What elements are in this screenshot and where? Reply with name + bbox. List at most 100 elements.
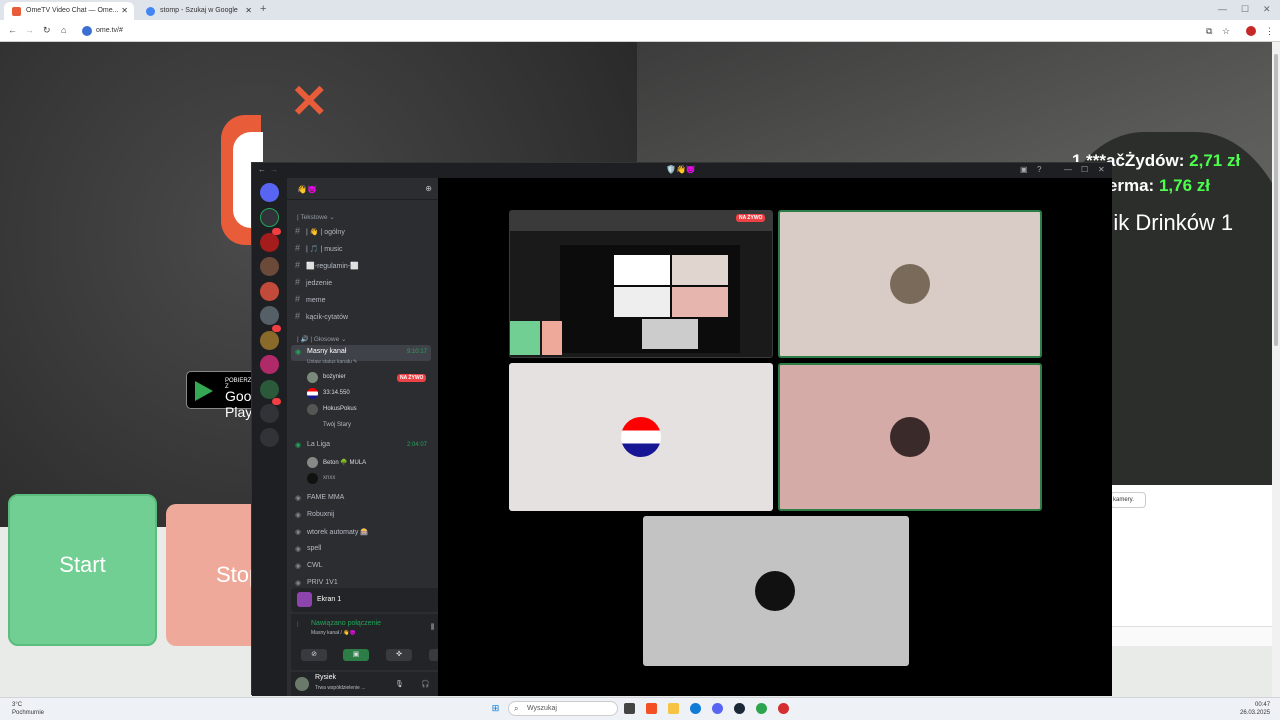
voice-user[interactable]: Beton 🌳 MULA xyxy=(307,456,366,470)
channel-regulamin[interactable]: # ⬜-regulamin-⬜ xyxy=(295,260,359,270)
minimize-button[interactable]: — xyxy=(1218,4,1227,14)
channel-sidebar: 👋😈 ⊕ | Tekstowe ⌄ # | 👋 | ogólny # | 🎵 | m… xyxy=(287,178,466,696)
weather-widget[interactable]: 3°C Pochmurnie xyxy=(12,701,44,717)
avatar xyxy=(307,372,318,383)
user-tile[interactable] xyxy=(643,516,909,666)
voice-user[interactable]: HokusPokus xyxy=(307,403,357,417)
avatar xyxy=(307,457,318,468)
stream-tile[interactable]: NA ŻYWO xyxy=(509,210,773,358)
taskbar-search[interactable]: ⌕ Wyszukaj xyxy=(508,701,618,716)
channel-meme[interactable]: # meme xyxy=(295,294,325,304)
server-icon[interactable] xyxy=(260,282,279,301)
close-window-button[interactable]: ✕ xyxy=(1263,4,1271,15)
channel-status[interactable]: Ustaw status kanału ✎ xyxy=(307,359,357,365)
new-tab-button[interactable]: + xyxy=(260,3,266,15)
url-text: ome.tv/# xyxy=(96,27,123,34)
tab-google[interactable]: stomp - Szukaj w Google ✕ xyxy=(138,2,258,20)
chrome-icon[interactable] xyxy=(756,703,767,714)
menu-icon[interactable]: ⋮ xyxy=(1265,26,1274,37)
voice-user[interactable]: Twój Stary xyxy=(307,419,351,433)
server-icon[interactable] xyxy=(260,355,279,374)
server-icon[interactable] xyxy=(260,331,279,350)
close-tab-icon[interactable]: ✕ xyxy=(121,6,128,15)
maximize-button[interactable]: ☐ xyxy=(1241,4,1249,15)
voice-channel[interactable]: ◉ CWL xyxy=(291,559,431,575)
channel-kacik-cytatow[interactable]: # kącik-cytatów xyxy=(295,311,348,321)
google-play-badge[interactable]: POBIERZ Z Google Play xyxy=(186,371,270,420)
home-icon[interactable]: ⌂ xyxy=(61,25,66,35)
add-member-icon[interactable]: ⊕ xyxy=(425,184,432,193)
reload-icon[interactable]: ↻ xyxy=(43,25,51,36)
browser-tab-strip: OmeTV Video Chat — Ome... ✕ stomp - Szuk… xyxy=(0,0,1280,20)
steam-icon[interactable] xyxy=(734,703,745,714)
category-text[interactable]: | Tekstowe ⌄ xyxy=(297,213,335,221)
url-input[interactable]: ome.tv/# xyxy=(78,23,1198,39)
site-info-icon[interactable] xyxy=(82,26,92,36)
task-view-icon[interactable] xyxy=(624,703,635,714)
camera-button[interactable]: ⊘ xyxy=(301,649,327,661)
stream-preview-tile xyxy=(672,287,728,317)
scrollbar-thumb[interactable] xyxy=(1274,54,1278,346)
add-server-icon[interactable] xyxy=(260,404,279,423)
speaker-icon: ◉ xyxy=(295,512,302,519)
channel-jedzenie[interactable]: # jedzenie xyxy=(295,277,332,287)
clock[interactable]: 00:47 26.03.2025 xyxy=(1240,701,1270,717)
tab-ometv[interactable]: OmeTV Video Chat — Ome... ✕ xyxy=(4,2,134,20)
voice-user[interactable]: bożynier xyxy=(307,371,346,385)
back-icon[interactable]: ← xyxy=(258,165,266,174)
voice-user[interactable]: 33:14.550 xyxy=(307,387,350,401)
server-icon[interactable] xyxy=(260,233,279,252)
voice-channel-laliga[interactable]: ◉ La Liga 2:04:07 xyxy=(291,438,431,454)
noise-suppression-icon[interactable]: ⫼ xyxy=(431,624,434,632)
voice-channel[interactable]: ◉ FAME MMA xyxy=(291,491,431,507)
edge-icon[interactable] xyxy=(690,703,701,714)
voice-channel[interactable]: ◉ Robuxnij xyxy=(291,508,431,524)
start-button[interactable]: Start xyxy=(8,494,157,646)
install-app-icon[interactable]: ⧉ xyxy=(1206,26,1212,37)
voice-channel[interactable]: ◉ wtorek automaty 🎰 xyxy=(291,525,431,541)
close-tab-icon[interactable]: ✕ xyxy=(245,6,252,15)
user-tile[interactable] xyxy=(778,210,1042,358)
back-icon[interactable]: ← xyxy=(8,25,17,35)
help-icon[interactable]: ? xyxy=(1037,165,1041,174)
headphones-icon[interactable]: 🎧 xyxy=(421,680,430,688)
windows-start-icon[interactable]: ⊞ xyxy=(490,703,501,714)
user-tile[interactable] xyxy=(778,363,1042,511)
notification-badge xyxy=(272,325,281,332)
page-scrollbar[interactable] xyxy=(1272,42,1280,697)
server-icon[interactable] xyxy=(260,208,279,227)
voice-channel[interactable]: ◉ spell xyxy=(291,542,431,558)
screen-share-button[interactable]: ▣ xyxy=(343,649,369,661)
explore-icon[interactable] xyxy=(260,428,279,447)
server-icon[interactable] xyxy=(260,380,279,399)
category-voice[interactable]: | 🔊 | Głosowe ⌄ xyxy=(297,335,346,343)
app-icon[interactable] xyxy=(778,703,789,714)
maximize-button[interactable]: ☐ xyxy=(1081,165,1088,174)
copilot-icon[interactable] xyxy=(646,703,657,714)
discord-taskbar-icon[interactable] xyxy=(712,703,723,714)
google-favicon-icon xyxy=(146,7,155,16)
forward-icon[interactable]: → xyxy=(25,25,34,35)
server-header[interactable]: 👋😈 ⊕ xyxy=(287,178,438,200)
server-icon[interactable] xyxy=(260,257,279,276)
bookmark-star-icon[interactable]: ☆ xyxy=(1222,26,1230,37)
voice-user[interactable]: xnxx xyxy=(307,472,335,486)
microphone-icon[interactable]: 🎙 xyxy=(395,680,404,688)
avatar xyxy=(307,473,318,484)
forward-icon[interactable]: → xyxy=(270,165,278,174)
chat-input[interactable] xyxy=(1110,626,1272,646)
channel-music[interactable]: # | 🎵 | music xyxy=(295,243,342,253)
connection-status[interactable]: Nawiązano połączenie xyxy=(311,620,381,627)
server-icon[interactable] xyxy=(260,306,279,325)
channel-ogolny[interactable]: # | 👋 | ogólny xyxy=(295,226,345,236)
file-explorer-icon[interactable] xyxy=(668,703,679,714)
inbox-icon[interactable]: ▣ xyxy=(1020,165,1028,174)
user-avatar[interactable] xyxy=(295,677,309,691)
close-button[interactable]: ✕ xyxy=(1098,165,1105,174)
minimize-button[interactable]: — xyxy=(1064,165,1072,174)
weather-desc: Pochmurnie xyxy=(12,710,45,716)
profile-avatar[interactable] xyxy=(1246,26,1256,36)
user-tile[interactable] xyxy=(509,363,773,511)
discord-home-icon[interactable] xyxy=(260,183,279,202)
activities-button[interactable]: ✜ xyxy=(386,649,412,661)
